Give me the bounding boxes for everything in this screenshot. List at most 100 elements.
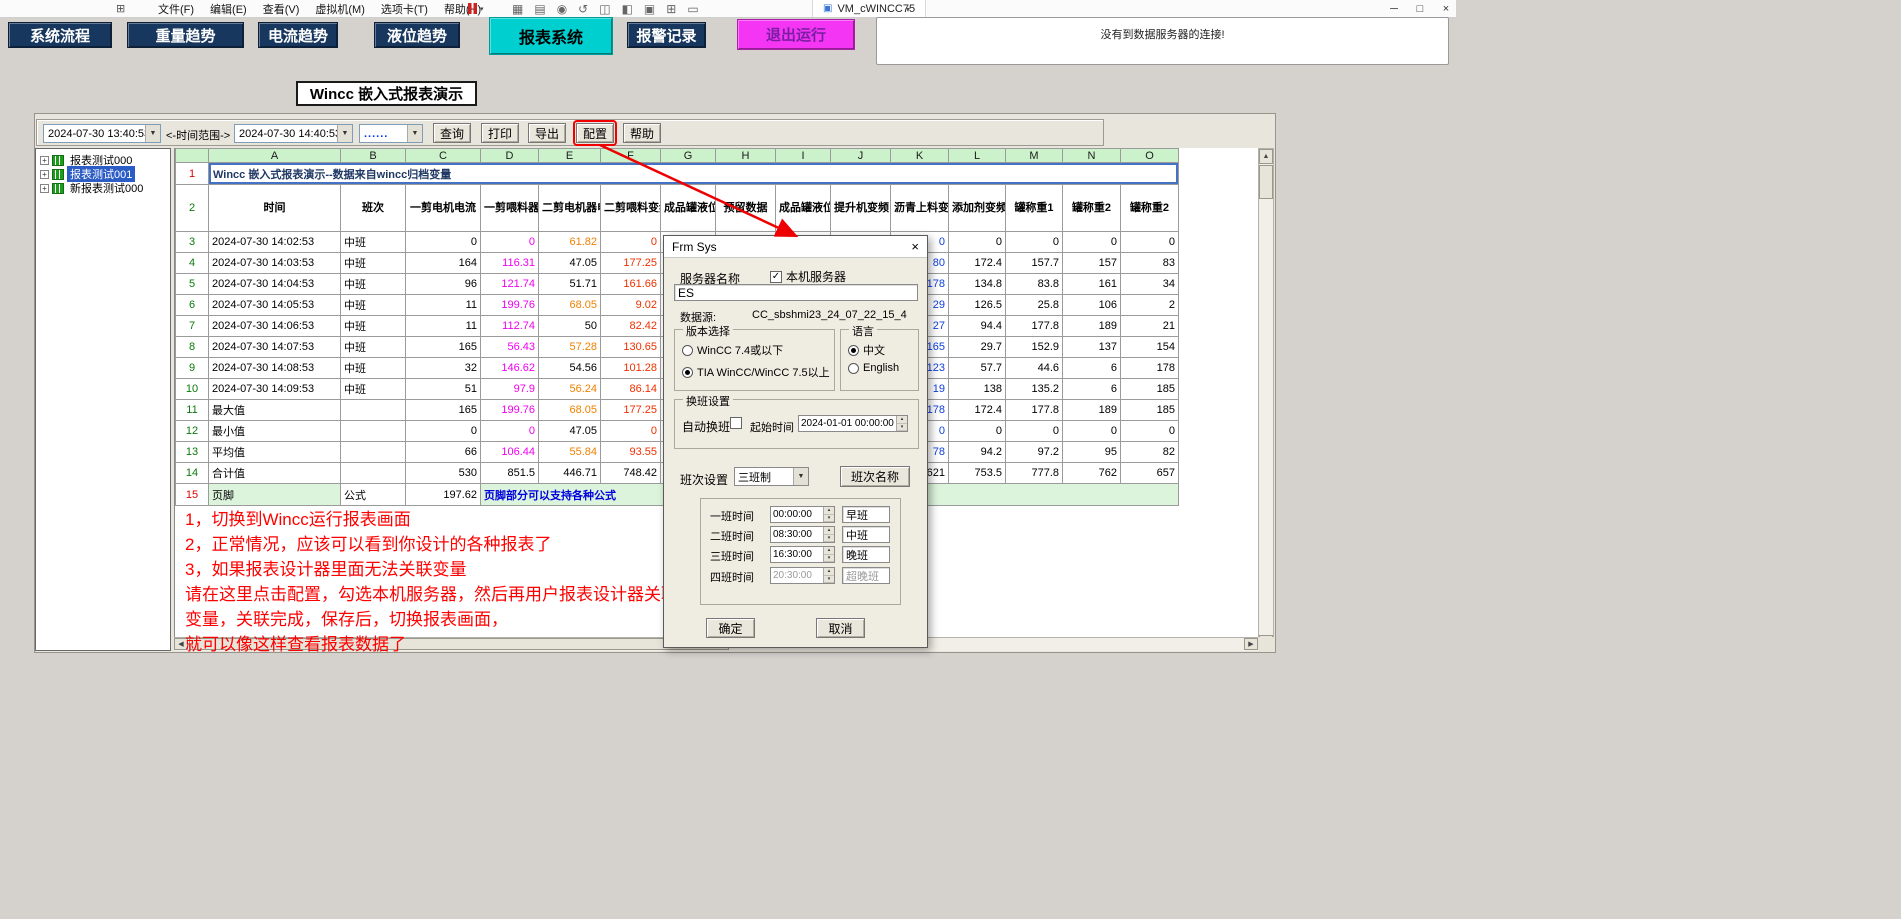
cell-r11-N[interactable]: 189 bbox=[1063, 400, 1121, 421]
cell-r4-C[interactable]: 164 bbox=[406, 253, 481, 274]
cell-r4-N[interactable]: 157 bbox=[1063, 253, 1121, 274]
send-ctrl-alt-del-icon[interactable]: ▦ bbox=[512, 2, 523, 16]
cell-r13-C[interactable]: 66 bbox=[406, 442, 481, 463]
cell-r6-F[interactable]: 9.02 bbox=[601, 295, 661, 316]
cell-r13-N[interactable]: 95 bbox=[1063, 442, 1121, 463]
cell-r5-C[interactable]: 96 bbox=[406, 274, 481, 295]
cell-r12-C[interactable]: 0 bbox=[406, 421, 481, 442]
cell-r11-M[interactable]: 177.8 bbox=[1006, 400, 1063, 421]
row-header-2[interactable]: 2 bbox=[176, 185, 209, 232]
col-header-G[interactable]: 成品罐液位1 bbox=[661, 185, 716, 232]
column-letter-D[interactable]: D bbox=[481, 149, 539, 163]
cell-r12-M[interactable]: 0 bbox=[1006, 421, 1063, 442]
column-letter-L[interactable]: L bbox=[949, 149, 1006, 163]
cell-r14-D[interactable]: 851.5 bbox=[481, 463, 539, 484]
cell-r5-F[interactable]: 161.66 bbox=[601, 274, 661, 295]
cell-r8-O[interactable]: 154 bbox=[1121, 337, 1179, 358]
snapshot-icon[interactable]: ◉ bbox=[557, 2, 567, 16]
column-letter-E[interactable]: E bbox=[539, 149, 601, 163]
chevron-down-icon[interactable]: ▼ bbox=[337, 125, 352, 142]
nav-button-current-trend[interactable]: 电流趋势 bbox=[258, 22, 338, 48]
nav-button-system-flow[interactable]: 系统流程 bbox=[8, 22, 112, 48]
vertical-scrollbar[interactable]: ▲ ▼ bbox=[1258, 148, 1274, 651]
cell-r10-E[interactable]: 56.24 bbox=[539, 379, 601, 400]
tree-item-0[interactable]: +报表测试000 bbox=[36, 153, 170, 167]
cell-r9-B[interactable]: 中班 bbox=[341, 358, 406, 379]
cell-r9-F[interactable]: 101.28 bbox=[601, 358, 661, 379]
cell-r5-O[interactable]: 34 bbox=[1121, 274, 1179, 295]
column-letter-O[interactable]: O bbox=[1121, 149, 1179, 163]
cell-r12-F[interactable]: 0 bbox=[601, 421, 661, 442]
cell-r14-B[interactable] bbox=[341, 463, 406, 484]
row-header-13[interactable]: 13 bbox=[176, 442, 209, 463]
report-combo[interactable]: ...... ▼ bbox=[359, 124, 423, 143]
col-header-K[interactable]: 沥青上料变频器电流 bbox=[891, 185, 949, 232]
cell-r7-C[interactable]: 11 bbox=[406, 316, 481, 337]
nav-button-level-trend[interactable]: 液位趋势 bbox=[374, 22, 460, 48]
cell-r8-A[interactable]: 2024-07-30 14:07:53 bbox=[209, 337, 341, 358]
cell-r8-B[interactable]: 中班 bbox=[341, 337, 406, 358]
minimize-button[interactable]: ─ bbox=[1384, 1, 1404, 16]
spin-up-icon[interactable]: ▴ bbox=[824, 547, 834, 555]
menu-tabs[interactable]: 选项卡(T) bbox=[381, 1, 428, 17]
cell-r4-O[interactable]: 83 bbox=[1121, 253, 1179, 274]
export-button[interactable]: 导出 bbox=[528, 123, 566, 143]
cell-r5-L[interactable]: 134.8 bbox=[949, 274, 1006, 295]
server-name-input[interactable]: ES bbox=[674, 284, 918, 301]
column-letter-K[interactable]: K bbox=[891, 149, 949, 163]
cell-r9-D[interactable]: 146.62 bbox=[481, 358, 539, 379]
end-time-picker[interactable]: 2024-07-30 14:40:53 ▼ bbox=[234, 124, 353, 143]
menu-edit[interactable]: 编辑(E) bbox=[210, 1, 247, 17]
local-server-checkbox[interactable]: ✓ 本机服务器 bbox=[770, 268, 846, 285]
cell-r11-B[interactable] bbox=[341, 400, 406, 421]
cell-r9-E[interactable]: 54.56 bbox=[539, 358, 601, 379]
cell-r8-C[interactable]: 165 bbox=[406, 337, 481, 358]
col-header-M[interactable]: 罐称重1 bbox=[1006, 185, 1063, 232]
expand-icon[interactable]: + bbox=[40, 184, 49, 193]
cell-r13-A[interactable]: 平均值 bbox=[209, 442, 341, 463]
row-header-5[interactable]: 5 bbox=[176, 274, 209, 295]
language-option-0[interactable]: 中文 bbox=[848, 342, 885, 358]
devices-icon[interactable]: ▤ bbox=[534, 2, 545, 16]
row-header-15[interactable]: 15 bbox=[176, 484, 209, 506]
config-button[interactable]: 配置 bbox=[576, 123, 614, 143]
scroll-right-button[interactable]: ▶ bbox=[1244, 638, 1258, 650]
cell-r7-D[interactable]: 112.74 bbox=[481, 316, 539, 337]
chevron-down-icon[interactable]: ▼ bbox=[145, 125, 160, 142]
menu-file[interactable]: 文件(F) bbox=[158, 1, 194, 17]
cell-r5-N[interactable]: 161 bbox=[1063, 274, 1121, 295]
cell-r3-B[interactable]: 中班 bbox=[341, 232, 406, 253]
cell-r14-L[interactable]: 753.5 bbox=[949, 463, 1006, 484]
tree-item-1[interactable]: +报表测试001 bbox=[36, 167, 170, 181]
cell-r14-N[interactable]: 762 bbox=[1063, 463, 1121, 484]
col-header-O[interactable]: 罐称重2 bbox=[1121, 185, 1179, 232]
cell-r6-D[interactable]: 199.76 bbox=[481, 295, 539, 316]
cancel-button[interactable]: 取消 bbox=[816, 618, 865, 638]
fullscreen-icon[interactable]: ▭ bbox=[687, 2, 698, 16]
col-header-F[interactable]: 二剪喂料变频器电流 bbox=[601, 185, 661, 232]
footer-value-cell[interactable]: 197.62 bbox=[406, 484, 481, 506]
cell-r10-L[interactable]: 138 bbox=[949, 379, 1006, 400]
row-header-6[interactable]: 6 bbox=[176, 295, 209, 316]
row-header-14[interactable]: 14 bbox=[176, 463, 209, 484]
cell-r14-C[interactable]: 530 bbox=[406, 463, 481, 484]
cell-r5-D[interactable]: 121.74 bbox=[481, 274, 539, 295]
spin-up-icon[interactable]: ▴ bbox=[897, 416, 907, 424]
col-header-B[interactable]: 班次 bbox=[341, 185, 406, 232]
row-header-12[interactable]: 12 bbox=[176, 421, 209, 442]
cell-r10-N[interactable]: 6 bbox=[1063, 379, 1121, 400]
shift-time-spinner-2[interactable]: 08:30:00▴▾ bbox=[770, 526, 835, 543]
cell-r3-D[interactable]: 0 bbox=[481, 232, 539, 253]
cell-r7-F[interactable]: 82.42 bbox=[601, 316, 661, 337]
cell-r3-F[interactable]: 0 bbox=[601, 232, 661, 253]
menu-view[interactable]: 查看(V) bbox=[263, 1, 300, 17]
cell-r13-L[interactable]: 94.2 bbox=[949, 442, 1006, 463]
cell-r12-O[interactable]: 0 bbox=[1121, 421, 1179, 442]
cell-r14-M[interactable]: 777.8 bbox=[1006, 463, 1063, 484]
shift-names-button[interactable]: 班次名称 bbox=[840, 466, 910, 487]
col-header-E[interactable]: 二剪电机器电流 bbox=[539, 185, 601, 232]
cell-r4-D[interactable]: 116.31 bbox=[481, 253, 539, 274]
column-letter-I[interactable]: I bbox=[776, 149, 831, 163]
column-letter-B[interactable]: B bbox=[341, 149, 406, 163]
cell-r9-O[interactable]: 178 bbox=[1121, 358, 1179, 379]
